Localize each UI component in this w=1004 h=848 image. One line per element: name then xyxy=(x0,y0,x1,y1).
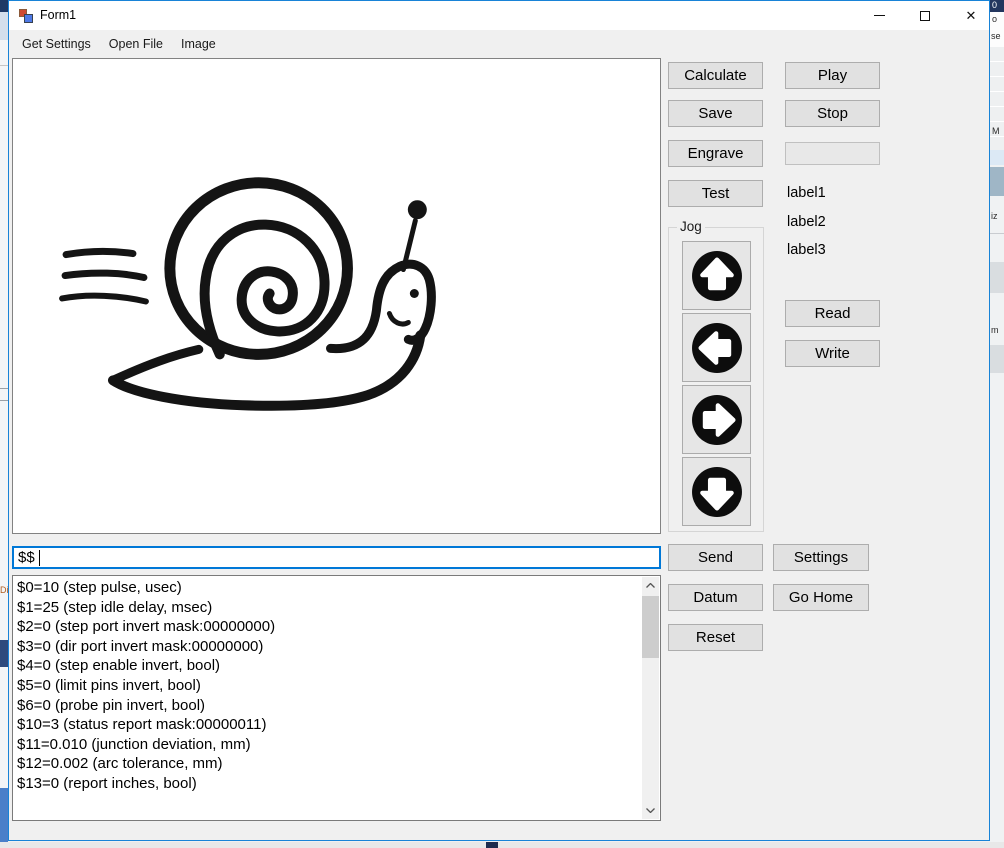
minimize-icon xyxy=(874,15,885,16)
maximize-icon xyxy=(920,11,930,21)
background-left-navy-block-2 xyxy=(0,640,8,667)
background-bottom-strip xyxy=(0,842,1004,848)
console-scrollbar[interactable] xyxy=(642,577,659,819)
close-button[interactable]: ✕ xyxy=(953,1,989,30)
background-window-right-sliver: 0 o se M iz m xyxy=(990,0,1004,848)
menu-item-open-file[interactable]: Open File xyxy=(100,31,172,57)
settings-console[interactable]: $0=10 (step pulse, usec) $1=25 (step idl… xyxy=(12,575,661,821)
background-left-light-block xyxy=(0,12,8,40)
divider xyxy=(990,233,1004,234)
jog-group: Jog xyxy=(668,227,764,532)
jog-up-button[interactable] xyxy=(682,241,751,310)
status-label-1: label1 xyxy=(787,185,826,201)
read-button[interactable]: Read xyxy=(785,300,880,327)
close-icon: ✕ xyxy=(966,9,977,22)
background-top-text: 0 xyxy=(990,0,1004,12)
text-caret xyxy=(39,550,40,566)
background-selected-row xyxy=(990,167,1004,196)
engrave-button[interactable]: Engrave xyxy=(668,140,763,167)
console-text: $0=10 (step pulse, usec) $1=25 (step idl… xyxy=(17,578,638,818)
background-text-fragment: m xyxy=(991,325,999,335)
background-highlight-row xyxy=(990,150,1004,165)
empty-textbox[interactable] xyxy=(785,142,880,165)
background-left-navy-block xyxy=(0,0,8,12)
chevron-down-icon xyxy=(646,808,655,813)
write-button[interactable]: Write xyxy=(785,340,880,367)
app-window: Form1 ✕ Get Settings Open File Image xyxy=(8,0,990,841)
command-input[interactable]: $$ xyxy=(12,546,661,569)
calculate-button[interactable]: Calculate xyxy=(668,62,763,89)
arrow-left-icon xyxy=(686,317,748,379)
scrollbar-thumb[interactable] xyxy=(642,596,659,658)
status-label-3: label3 xyxy=(787,242,826,258)
background-row-lines xyxy=(990,47,1004,162)
snail-drawing xyxy=(13,59,660,533)
jog-group-label: Jog xyxy=(677,219,705,234)
app-icon xyxy=(19,9,34,23)
background-gray-block xyxy=(990,262,1004,293)
background-left-blue-block xyxy=(0,788,8,848)
stop-button[interactable]: Stop xyxy=(785,100,880,127)
settings-button[interactable]: Settings xyxy=(773,544,869,571)
arrow-down-icon xyxy=(686,461,748,523)
jog-down-button[interactable] xyxy=(682,457,751,526)
arrow-right-icon xyxy=(686,389,748,451)
status-label-2: label2 xyxy=(787,214,826,230)
jog-left-button[interactable] xyxy=(682,313,751,382)
background-window-left-sliver: Di xyxy=(0,0,8,848)
background-text-fragment: o xyxy=(992,14,997,24)
maximize-button[interactable] xyxy=(907,1,943,30)
title-bar: Form1 ✕ xyxy=(9,1,989,30)
divider xyxy=(0,65,8,66)
datum-button[interactable]: Datum xyxy=(668,584,763,611)
background-taskbar-fragment xyxy=(486,842,498,848)
chevron-up-icon xyxy=(646,583,655,588)
divider xyxy=(0,400,8,401)
arrow-up-icon xyxy=(686,245,748,307)
image-canvas xyxy=(12,58,661,534)
menu-item-image[interactable]: Image xyxy=(172,31,225,57)
command-input-value: $$ xyxy=(18,549,35,566)
test-button[interactable]: Test xyxy=(668,180,763,207)
window-title: Form1 xyxy=(40,8,76,22)
play-button[interactable]: Play xyxy=(785,62,880,89)
scroll-up-button[interactable] xyxy=(642,577,659,594)
jog-right-button[interactable] xyxy=(682,385,751,454)
save-button[interactable]: Save xyxy=(668,100,763,127)
go-home-button[interactable]: Go Home xyxy=(773,584,869,611)
send-button[interactable]: Send xyxy=(668,544,763,571)
reset-button[interactable]: Reset xyxy=(668,624,763,651)
menu-item-get-settings[interactable]: Get Settings xyxy=(13,31,100,57)
background-text-fragment: se xyxy=(991,31,1001,41)
background-text-fragment: iz xyxy=(991,211,998,221)
scroll-down-button[interactable] xyxy=(642,802,659,819)
minimize-button[interactable] xyxy=(861,1,897,30)
menu-bar: Get Settings Open File Image xyxy=(9,30,989,58)
divider xyxy=(0,388,8,389)
background-text-fragment: M xyxy=(992,126,1000,136)
background-gray-block-2 xyxy=(990,345,1004,373)
